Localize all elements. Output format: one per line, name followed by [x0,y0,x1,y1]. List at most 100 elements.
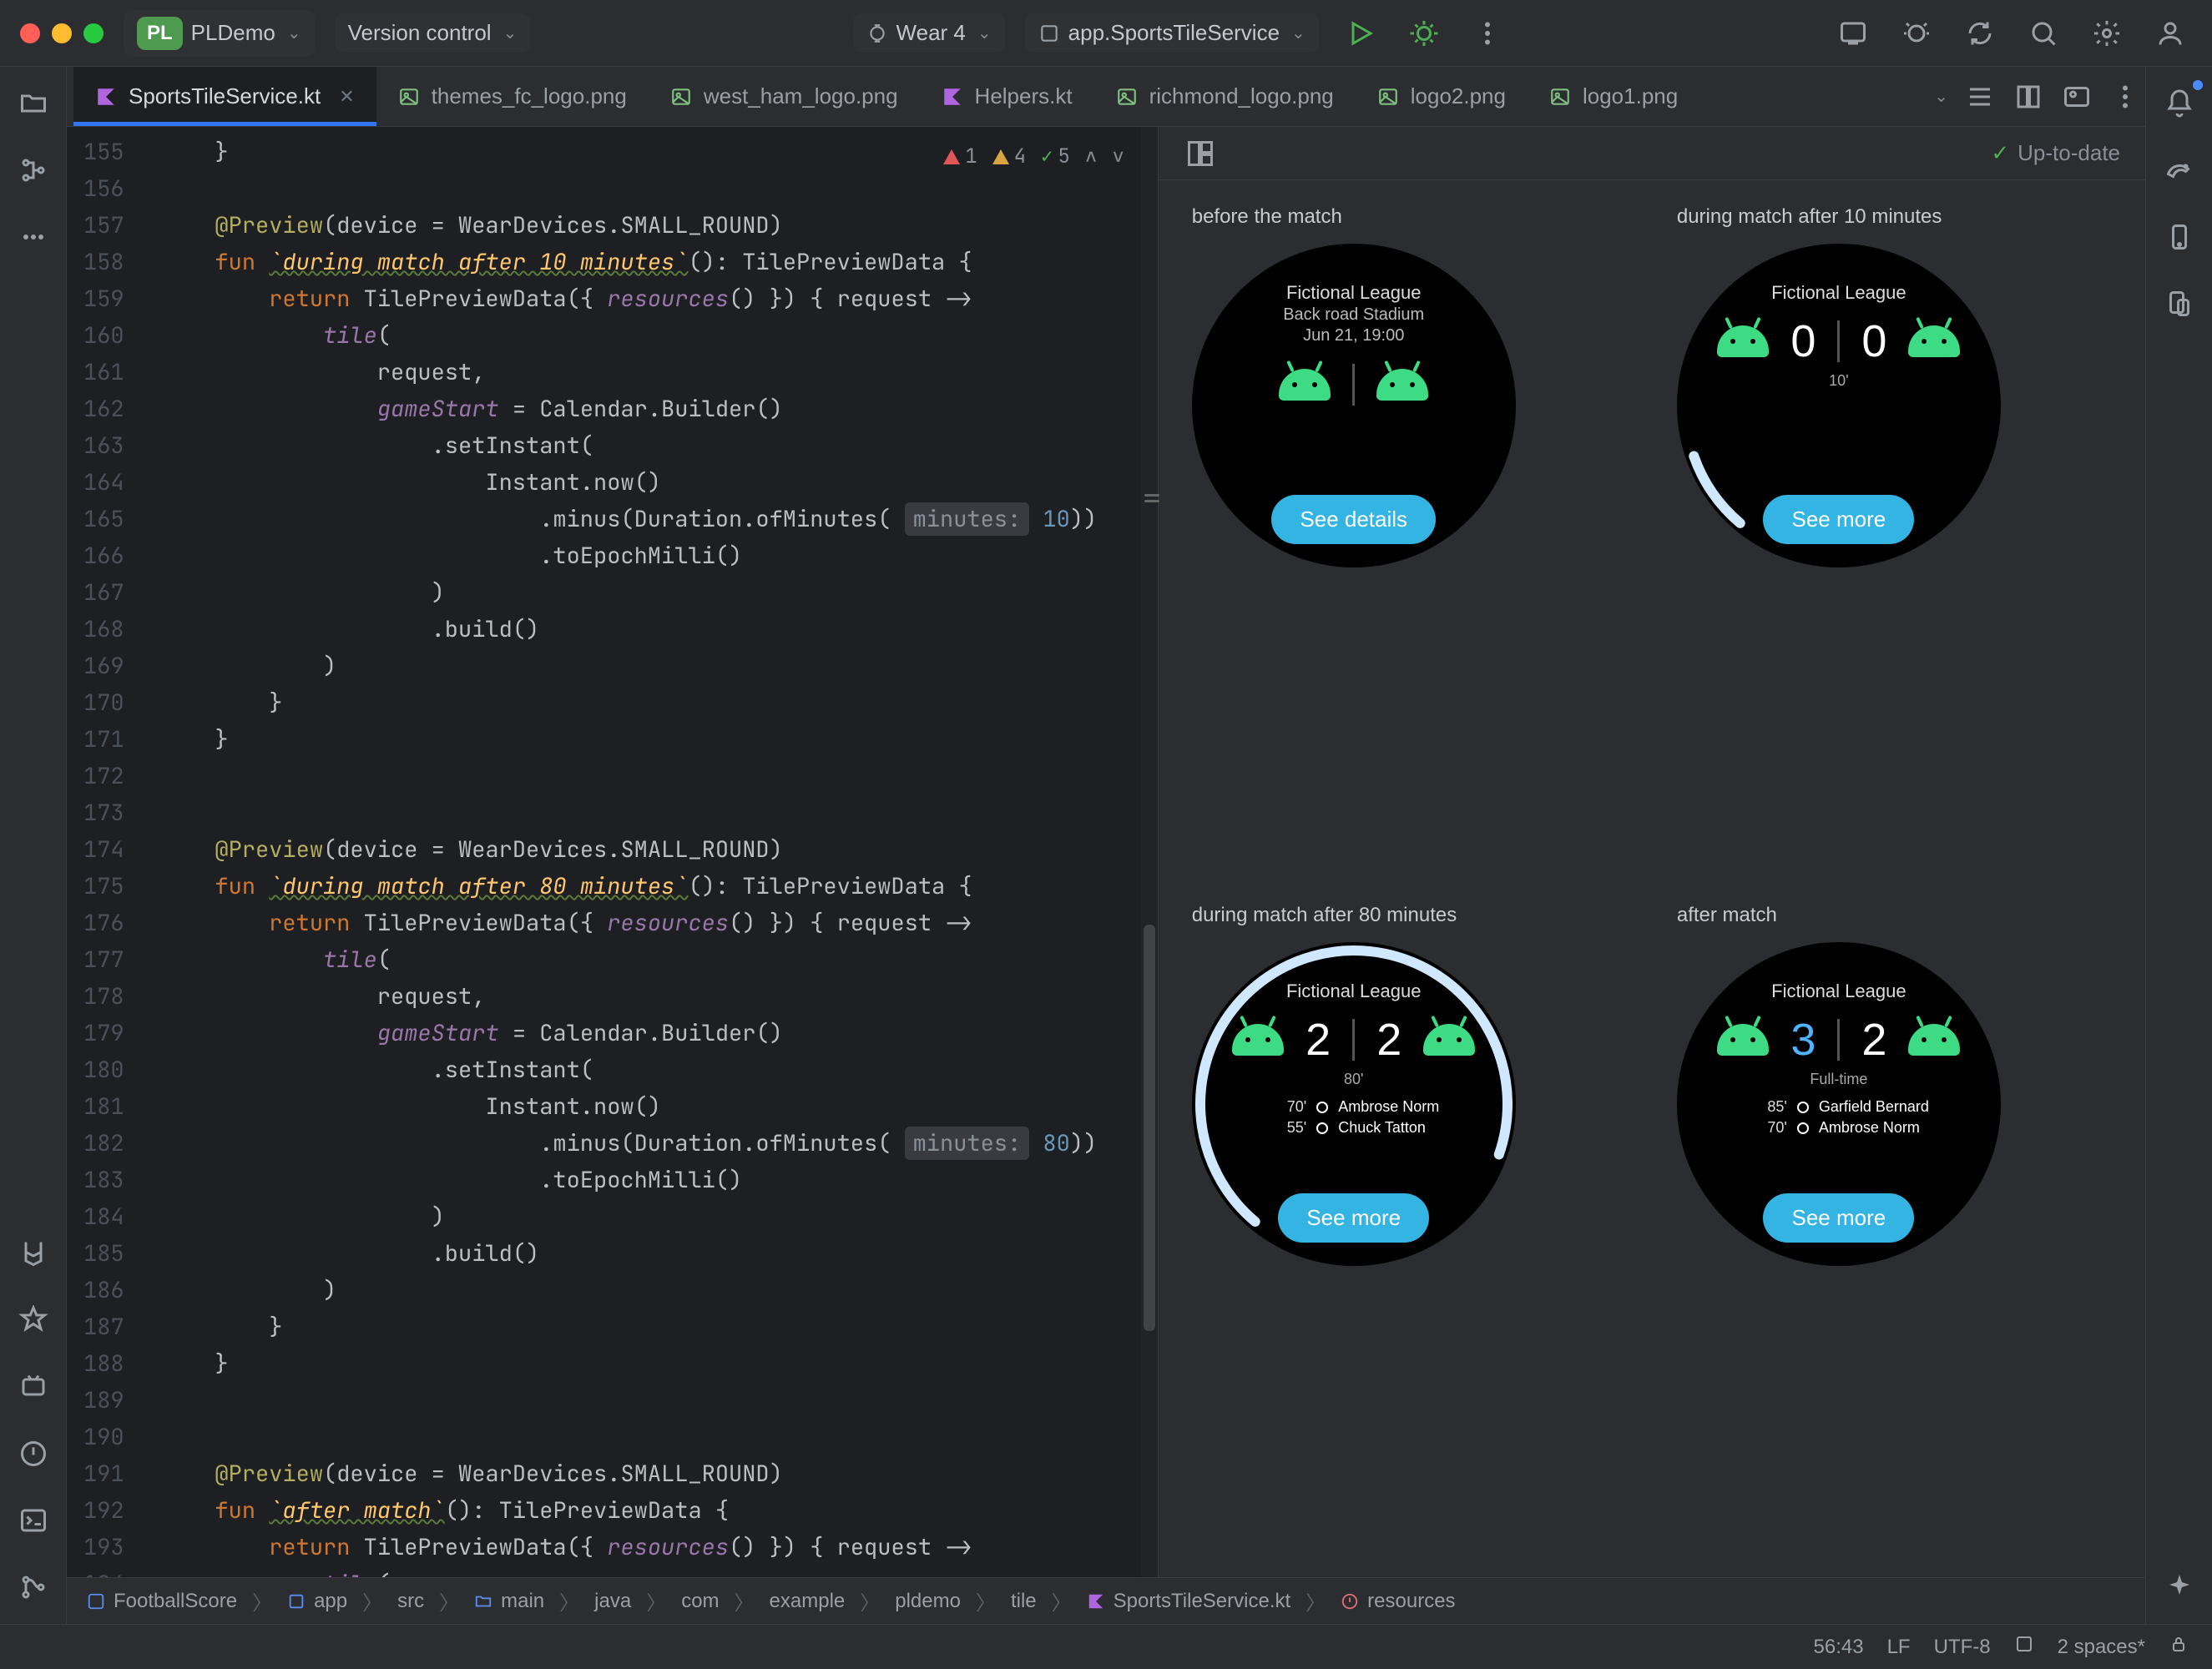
breadcrumb-item[interactable]: app [287,1590,347,1613]
line-separator[interactable]: LF [1887,1636,1911,1659]
code-editor[interactable]: 1551561571581591601611621631641651661671… [67,127,1158,1577]
code-area[interactable]: } @Preview(device = WearDevices.SMALL_RO… [144,127,1158,1577]
breadcrumb-item[interactable]: FootballScore [87,1590,237,1613]
stadium-label: Back road Stadium [1283,305,1424,325]
watchface: Fictional LeagueBack road StadiumJun 21,… [1192,244,1516,567]
prev-highlight-icon[interactable]: ∧ [1085,139,1097,175]
breadcrumb-item[interactable]: example [770,1590,846,1613]
preview-layout-icon[interactable] [1184,137,1217,170]
breadcrumb-item[interactable]: com [681,1590,719,1613]
tab-logo2[interactable]: logo2.png [1356,67,1528,126]
home-score: 3 [1790,1014,1816,1066]
project-name: PLDemo [191,20,275,46]
caret-position[interactable]: 56:43 [1814,1636,1864,1659]
breadcrumb-item[interactable]: SportsTileService.kt [1087,1590,1291,1613]
breadcrumb-item[interactable]: java [594,1590,631,1613]
statusbar: 56:43 LF UTF-8 2 spaces* [0,1624,2212,1669]
splitter-handle[interactable] [1142,477,1162,519]
watch-preview: before the match Fictional LeagueBack roa… [1192,205,1635,854]
zoom-dot[interactable] [83,23,104,43]
breadcrumbs[interactable]: FootballScore〉app〉src〉main〉java〉com〉exam… [67,1577,2145,1624]
account-icon[interactable] [2149,12,2192,55]
settings-icon[interactable] [2085,12,2129,55]
minimize-dot[interactable] [52,23,72,43]
event-minute: 70' [1749,1119,1787,1137]
inspection-badges[interactable]: 1 4 ✓5 ∧ ∨ [935,135,1132,179]
tab-themes-fc-logo[interactable]: themes_fc_logo.png [376,67,649,126]
breadcrumb-item[interactable]: pldemo [895,1590,961,1613]
terminal-tool-icon[interactable] [12,1499,55,1542]
goal-icon [1797,1102,1809,1113]
image-file-icon [1549,86,1571,108]
vcs-tool-icon[interactable] [12,1566,55,1609]
more-button[interactable] [1466,12,1509,55]
preview-grid: before the match Fictional LeagueBack roa… [1159,180,2145,1577]
preview-mode-icon[interactable] [2060,80,2093,113]
chevron-down-icon: ⌄ [1291,23,1305,43]
file-encoding[interactable]: UTF-8 [1934,1636,1991,1659]
match-minute: Full-time [1810,1071,1867,1088]
structure-tool-icon[interactable] [12,149,55,192]
editor-tabbar: SportsTileService.kt ✕ themes_fc_logo.pn… [67,67,2145,127]
tab-overflow-icon[interactable]: ⌄ [1934,86,1948,107]
debug-button[interactable] [1402,12,1446,55]
bug-icon[interactable] [1895,12,1938,55]
vcs-dropdown[interactable]: Version control ⌄ [335,13,531,53]
error-badge[interactable]: 1 [943,139,977,175]
breadcrumb-item[interactable]: resources [1341,1590,1455,1613]
tab-west-ham-logo[interactable]: west_ham_logo.png [649,67,920,126]
status-lock-icon[interactable] [2169,1634,2189,1660]
close-dot[interactable] [20,23,40,43]
watch-button[interactable]: See more [1763,1193,1914,1243]
run-config-selector[interactable]: app.SportsTileService ⌄ [1025,13,1319,53]
notifications-icon[interactable] [2158,82,2201,125]
next-highlight-icon[interactable]: ∨ [1112,139,1124,175]
event-minute: 85' [1749,1098,1787,1116]
tab-label: logo1.png [1583,83,1678,109]
breadcrumb-item[interactable]: tile [1011,1590,1037,1613]
run-button[interactable] [1339,12,1382,55]
running-devices-icon[interactable] [2158,282,2201,325]
close-icon[interactable]: ✕ [339,86,354,108]
device-selector[interactable]: Wear 4 ⌄ [853,13,1005,53]
tab-sportstileservice[interactable]: SportsTileService.kt ✕ [73,67,376,126]
more-tools-icon[interactable] [12,215,55,259]
preview-label: before the match [1192,205,1635,229]
editor-scrollbar[interactable] [1141,127,1158,1577]
breadcrumb-item[interactable]: main [474,1590,544,1613]
list-view-icon[interactable] [1963,80,1997,113]
tab-logo1[interactable]: logo1.png [1528,67,1699,126]
watch-preview: during match after 80 minutes Fictional … [1192,904,1635,1552]
tab-label: SportsTileService.kt [129,83,321,109]
sync-icon[interactable] [1958,12,2002,55]
bookmarks-tool-icon[interactable] [12,1298,55,1342]
ai-assistant-icon[interactable] [2158,1566,2201,1609]
warning-badge[interactable]: 4 [992,139,1026,175]
watchface: Fictional League 3 2 Full-time 85' Garfi… [1677,942,2001,1266]
tab-helpers[interactable]: Helpers.kt [920,67,1094,126]
tab-more-icon[interactable] [2108,80,2142,113]
logcat-tool-icon[interactable] [12,1365,55,1409]
tab-richmond-logo[interactable]: richmond_logo.png [1094,67,1356,126]
tab-label: richmond_logo.png [1149,83,1334,109]
project-dropdown[interactable]: PL PLDemo ⌄ [124,10,315,57]
problems-tool-icon[interactable] [12,1432,55,1475]
ok-badge[interactable]: ✓5 [1041,139,1070,175]
reader-mode-icon[interactable] [2012,80,2045,113]
gradle-icon[interactable] [2158,149,2201,192]
right-tool-strip [2145,67,2212,1624]
tab-label: Helpers.kt [975,83,1073,109]
preview-status-label: Up-to-date [2018,140,2120,166]
indent-setting[interactable]: 2 spaces* [2058,1636,2145,1659]
build-tool-icon[interactable] [12,1232,55,1275]
watch-preview: after match Fictional League 3 2 Full-tim… [1677,904,2120,1552]
search-icon[interactable] [2022,12,2065,55]
project-tool-icon[interactable] [12,82,55,125]
chevron-down-icon: ⌄ [977,23,992,43]
watch-button[interactable]: See details [1271,495,1436,544]
device-manager-icon[interactable] [2158,215,2201,259]
code-with-me-icon[interactable] [1831,12,1875,55]
preview-label: after match [1677,904,2120,927]
breadcrumb-item[interactable]: src [397,1590,424,1613]
read-only-icon[interactable] [2014,1634,2034,1660]
